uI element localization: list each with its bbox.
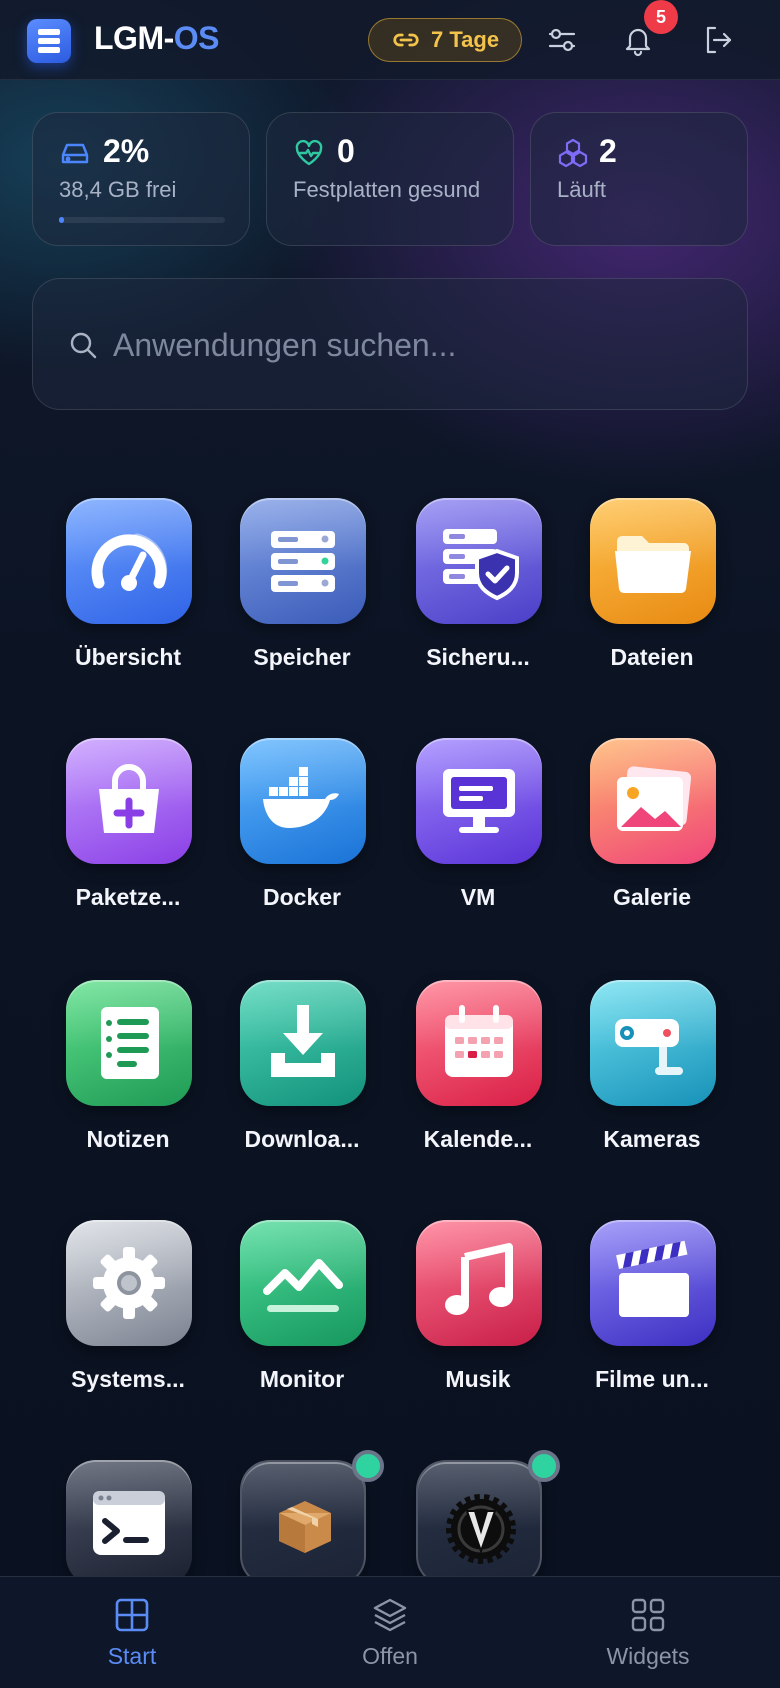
link-icon	[393, 33, 419, 47]
storage-usage-value: 2%	[103, 133, 150, 169]
app-speicher[interactable]: Speicher	[214, 498, 390, 698]
music-note-icon	[445, 1243, 513, 1315]
app-label: Sicheru...	[426, 644, 530, 670]
app-filme[interactable]: Filme un...	[564, 1220, 740, 1420]
security-camera-icon	[615, 1019, 683, 1075]
app-systemsteuerung[interactable]: Systems...	[40, 1220, 216, 1420]
storage-free-label: 38,4 GB frei	[59, 177, 177, 202]
clapperboard-icon	[616, 1240, 689, 1317]
app-title: LGM-OS	[94, 20, 219, 56]
app-notizen[interactable]: Notizen	[40, 980, 216, 1180]
activity-chart-icon	[263, 1259, 343, 1312]
bottom-navigation: Start Offen Widgets	[0, 1576, 780, 1688]
menu-icon[interactable]	[27, 19, 71, 63]
app-sicherung[interactable]: Sicheru...	[390, 498, 566, 698]
package-box-icon	[279, 1501, 331, 1553]
app-search-box	[32, 278, 748, 410]
disk-health-stat-card[interactable]: 0 Festplatten gesund	[266, 112, 514, 246]
disk-health-label: Festplatten gesund	[293, 177, 481, 202]
nav-open[interactable]: Offen	[260, 1577, 520, 1688]
heart-pulse-icon	[295, 139, 323, 166]
backup-shield-icon	[443, 529, 519, 601]
app-label: Monitor	[259, 1366, 345, 1392]
nav-start[interactable]: Start	[2, 1577, 262, 1688]
widgets-grid-icon	[631, 1598, 665, 1632]
app-label: Paketze...	[75, 884, 181, 910]
app-galerie[interactable]: Galerie	[564, 738, 740, 938]
app-paketzentrum[interactable]: Paketze...	[40, 738, 216, 938]
nav-widgets-label: Widgets	[606, 1643, 690, 1669]
storage-stat-card[interactable]: 2% 38,4 GB frei	[32, 112, 250, 246]
layers-icon	[373, 1598, 407, 1632]
vaultwarden-gear-icon	[446, 1494, 516, 1564]
app-label: Übersicht	[74, 644, 182, 670]
grid-window-icon	[115, 1598, 149, 1632]
notification-badge: 5	[644, 0, 678, 34]
app-label: Systems...	[71, 1366, 185, 1392]
package-bag-icon	[99, 764, 159, 833]
session-label: 7 Tage	[431, 27, 500, 52]
app-label: VM	[460, 884, 496, 910]
app-dateien[interactable]: Dateien	[564, 498, 740, 698]
app-label: Dateien	[610, 644, 694, 670]
calendar-icon	[445, 1005, 513, 1077]
app-kalender[interactable]: Kalende...	[390, 980, 566, 1180]
search-input[interactable]	[113, 319, 713, 371]
session-duration-pill[interactable]: 7 Tage	[368, 18, 522, 62]
app-label: Filme un...	[595, 1366, 709, 1392]
containers-stat-card[interactable]: 2 Läuft	[530, 112, 748, 246]
nav-start-label: Start	[107, 1643, 157, 1669]
app-musik[interactable]: Musik	[390, 1220, 566, 1420]
storage-usage-bar	[59, 217, 225, 223]
storage-server-icon	[271, 531, 335, 592]
settings-gear-icon	[93, 1247, 165, 1319]
docker-whale-icon	[263, 767, 339, 828]
photo-gallery-icon	[617, 766, 692, 831]
app-docker[interactable]: Docker	[214, 738, 390, 938]
app-monitor[interactable]: Monitor	[214, 1220, 390, 1420]
disk-health-value: 0	[337, 133, 355, 169]
app-label: Musik	[445, 1366, 511, 1392]
dashboard-gauge-icon	[91, 533, 168, 591]
app-label: Kalende...	[423, 1126, 533, 1152]
app-label: Galerie	[613, 884, 691, 910]
containers-running-value: 2	[599, 133, 617, 169]
running-status-dot	[352, 1450, 384, 1482]
logout-icon[interactable]	[698, 20, 738, 60]
sliders-icon[interactable]	[542, 20, 582, 60]
app-uebersicht[interactable]: Übersicht	[40, 498, 216, 698]
running-status-dot	[528, 1450, 560, 1482]
folder-icon	[615, 536, 691, 594]
top-header: LGM-OS 7 Tage 5	[0, 0, 780, 80]
app-label: Kameras	[603, 1126, 701, 1152]
download-icon	[271, 1005, 335, 1077]
app-kameras[interactable]: Kameras	[564, 980, 740, 1180]
app-downloads[interactable]: Downloa...	[214, 980, 390, 1180]
app-label: Notizen	[86, 1126, 170, 1152]
app-vm[interactable]: VM	[390, 738, 566, 938]
app-label: Downloa...	[244, 1126, 360, 1152]
containers-running-label: Läuft	[557, 177, 606, 202]
search-icon	[70, 332, 97, 359]
nav-widgets[interactable]: Widgets	[518, 1577, 778, 1688]
app-label: Docker	[263, 884, 341, 910]
nav-open-label: Offen	[362, 1643, 418, 1669]
notes-icon	[101, 1007, 159, 1079]
app-label: Speicher	[253, 644, 351, 670]
hard-drive-icon	[61, 143, 89, 164]
monitor-icon	[443, 769, 515, 833]
cubes-icon	[558, 138, 588, 168]
terminal-icon	[93, 1491, 165, 1555]
